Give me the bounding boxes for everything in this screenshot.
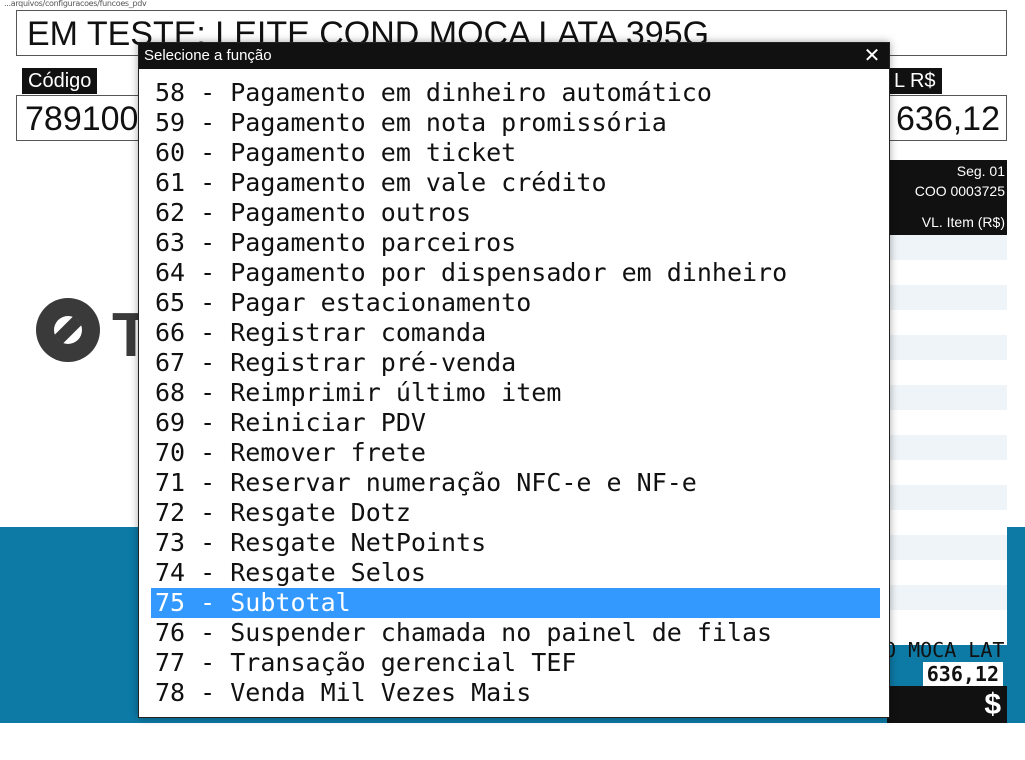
receipt-segment-info: Seg. 01 COO 0003725	[915, 161, 1005, 201]
total-label: L R$	[888, 68, 942, 94]
function-item[interactable]: 62 - Pagamento outros	[151, 198, 880, 228]
function-item[interactable]: 67 - Registrar pré-venda	[151, 348, 880, 378]
function-item[interactable]: 64 - Pagamento por dispensador em dinhei…	[151, 258, 880, 288]
function-item[interactable]: 63 - Pagamento parceiros	[151, 228, 880, 258]
close-icon[interactable]: ✕	[861, 43, 883, 69]
function-item[interactable]: 77 - Transação gerencial TEF	[151, 648, 880, 678]
grand-total-display: $ 636,12	[887, 686, 1007, 758]
function-item[interactable]: 78 - Venda Mil Vezes Mais	[151, 678, 880, 708]
function-item[interactable]: 70 - Remover frete	[151, 438, 880, 468]
function-item[interactable]: 73 - Resgate NetPoints	[151, 528, 880, 558]
segment-text: Seg. 01	[956, 163, 1005, 179]
coo-text: COO 0003725	[914, 183, 1005, 199]
function-list[interactable]: 58 - Pagamento em dinheiro automático 59 …	[151, 78, 880, 708]
receipt-items-list	[880, 235, 1007, 645]
function-select-dialog: Selecione a função ✕ 58 - Pagamento em d…	[138, 42, 890, 718]
window-path-text: ...arquivos/configuracoes/funcoes_pdv	[4, 0, 147, 8]
function-item[interactable]: 72 - Resgate Dotz	[151, 498, 880, 528]
function-item[interactable]: 74 - Resgate Selos	[151, 558, 880, 588]
code-label: Código	[22, 68, 98, 94]
function-item[interactable]: 58 - Pagamento em dinheiro automático	[151, 78, 880, 108]
function-item[interactable]: 66 - Registrar comanda	[151, 318, 880, 348]
function-item[interactable]: 65 - Pagar estacionamento	[151, 288, 880, 318]
function-item[interactable]: 69 - Reiniciar PDV	[151, 408, 880, 438]
function-item[interactable]: 61 - Pagamento em vale crédito	[151, 168, 880, 198]
dialog-title-bar: Selecione a função ✕	[139, 43, 889, 69]
last-item-description: O MOCA LAT	[884, 638, 1005, 662]
vl-item-header: VL. Item (R$)	[921, 214, 1005, 230]
function-item[interactable]: 75 - Subtotal	[151, 588, 880, 618]
brand-logo-icon: T	[32, 292, 150, 377]
function-item[interactable]: 76 - Suspender chamada no painel de fila…	[151, 618, 880, 648]
function-item[interactable]: 59 - Pagamento em nota promissória	[151, 108, 880, 138]
last-item-value: 636,12	[922, 662, 1003, 686]
function-item[interactable]: 71 - Reservar numeração NFC-e e NF-e	[151, 468, 880, 498]
function-item[interactable]: 60 - Pagamento em ticket	[151, 138, 880, 168]
dialog-title: Selecione a função	[144, 47, 272, 64]
function-item[interactable]: 68 - Reimprimir último item	[151, 378, 880, 408]
